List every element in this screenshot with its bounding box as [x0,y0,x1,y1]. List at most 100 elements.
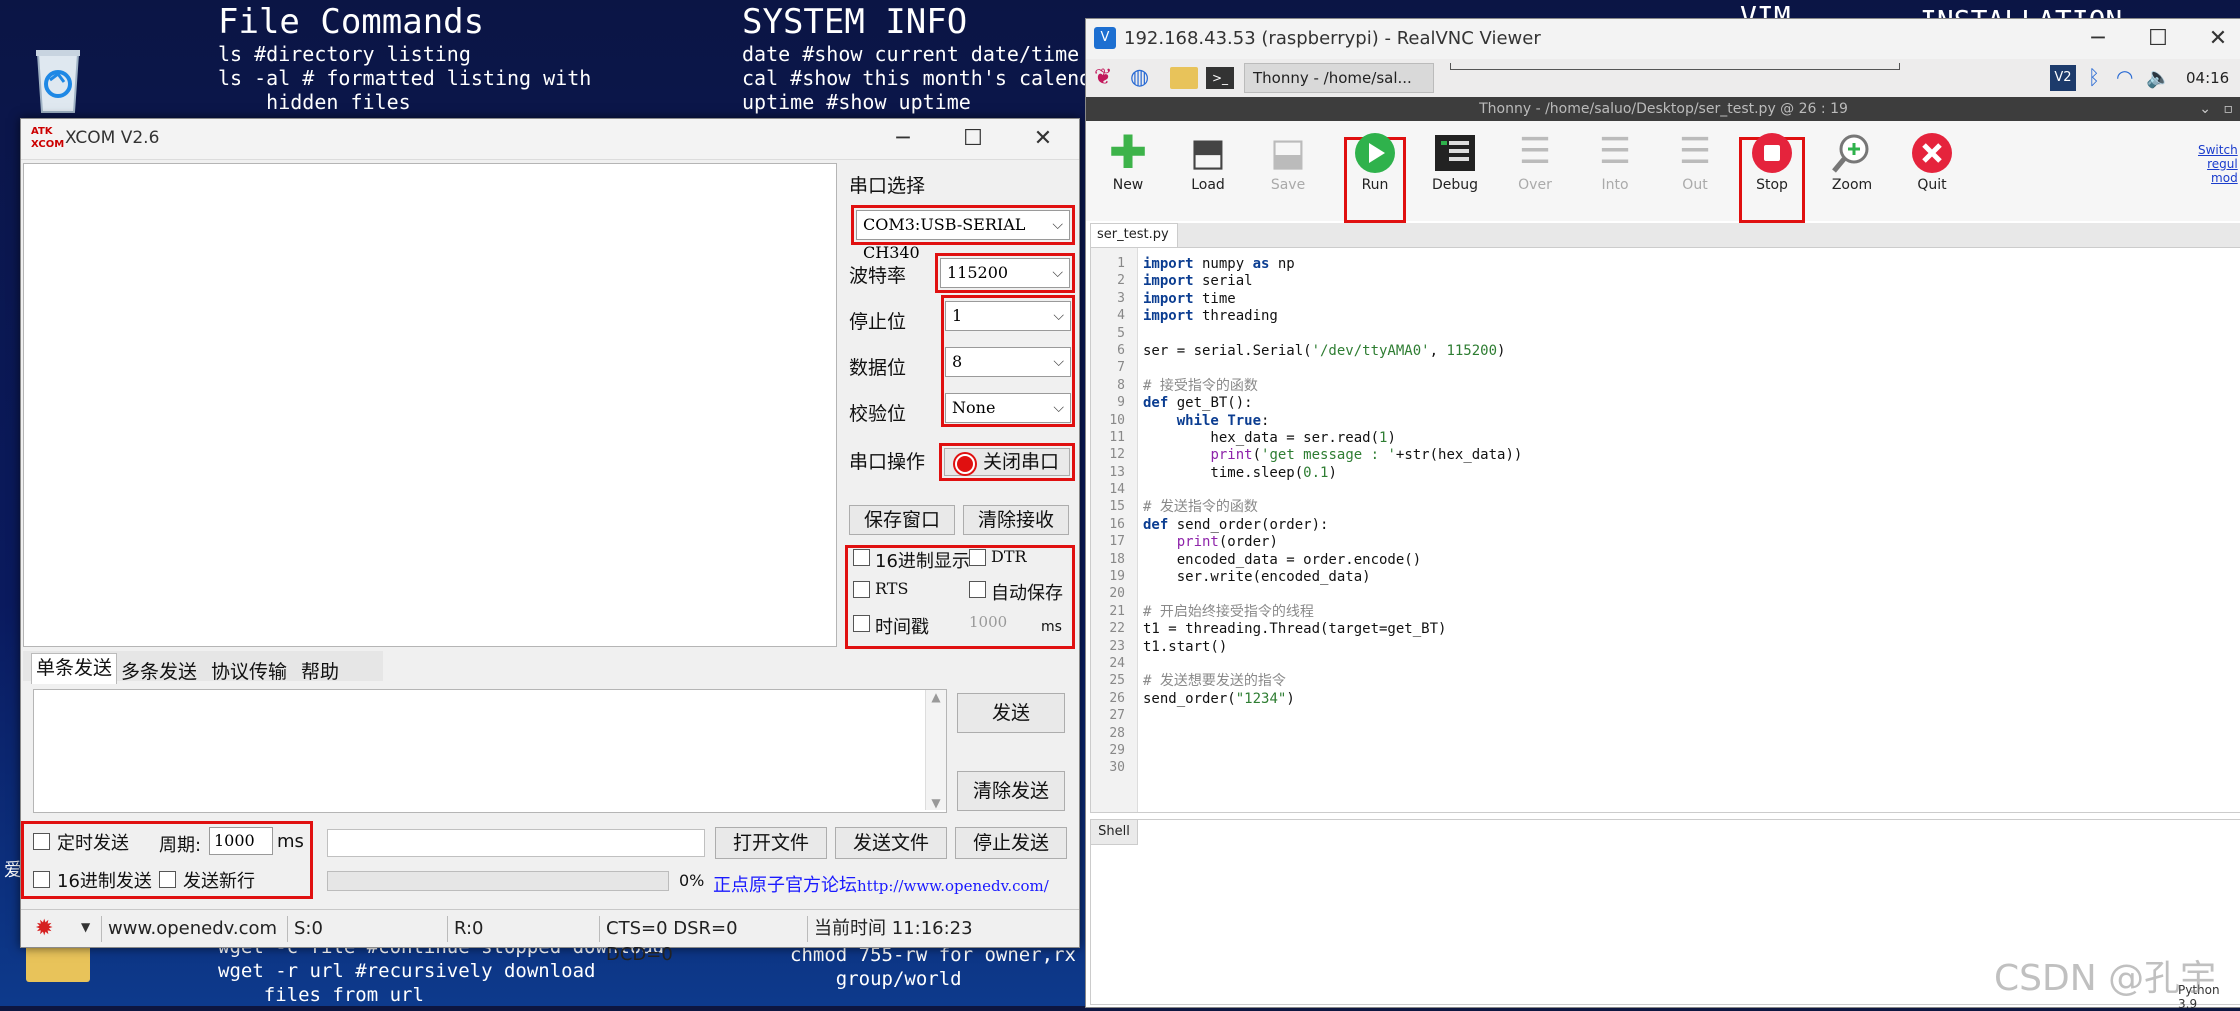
volume-icon[interactable]: 🔈 [2146,65,2171,89]
line-number: 11 [1109,429,1125,445]
zoom-button[interactable]: Zoom [1812,127,1892,193]
period-input[interactable]: 1000 [209,827,273,855]
save-button[interactable]: ⬓ Save [1248,127,1328,193]
code-editor[interactable]: 1 2 3 4 5 6 7 8 9 10 11 12 13 14 15 16 17 18 19 20 21 22 23 24 2… [1090,247,2240,813]
load-button[interactable]: ⬒ Load [1168,127,1248,193]
debug-button[interactable]: Debug [1415,127,1495,193]
browser-icon[interactable]: ◍ [1130,65,1149,90]
hex-send-checkbox[interactable] [33,871,50,888]
taskbar-thonny-item[interactable]: Thonny - /home/sal... [1244,63,1434,93]
minimize-icon[interactable]: ─ [881,119,925,159]
new-label: New [1112,177,1144,193]
desktop-bottom-right-line: group/world [790,968,962,990]
save-window-button[interactable]: 保存窗口 [849,505,955,535]
raspberry-menu-icon[interactable]: ❦ [1094,65,1112,90]
chevron-down-icon[interactable]: ⌄ [2199,97,2211,121]
shell-tab[interactable]: Shell [1091,820,1138,845]
taskbar-thonny-label: Thonny - /home/sal... [1253,69,1412,87]
file-path-input[interactable] [327,829,705,857]
caret-down-icon[interactable]: ▼ [81,920,90,934]
desktop-system-line: date #show current date/time [742,42,1080,66]
timestamp-interval-input[interactable]: 1000 [963,613,1041,637]
vnc-titlebar[interactable]: V 192.168.43.53 (raspberrypi) - RealVNC … [1086,19,2240,60]
step-into-label: Into [1601,177,1629,193]
maximize-icon[interactable]: ▫ [2224,97,2234,121]
port-select-dropdown[interactable]: COM3:USB-SERIAL CH340 ⌵ [856,210,1070,262]
line-number: 7 [1117,360,1125,376]
auto-save-checkbox[interactable] [969,581,986,598]
line-number: 27 [1109,708,1125,724]
switch-mode-link[interactable]: Switch regul mod [2198,143,2238,185]
recycle-bin-icon[interactable] [30,44,86,116]
close-icon[interactable]: ✕ [1021,119,1065,159]
stop-send-button[interactable]: 停止发送 [955,827,1067,859]
clear-receive-button[interactable]: 清除接收 [963,505,1069,535]
forum-link[interactable]: 正点原子官方论坛http://www.openedv.com/ [713,871,1049,897]
step-out-label: Out [1682,177,1708,193]
thonny-titlebar[interactable]: Thonny - /home/saluo/Desktop/ser_test.py… [1086,97,2240,121]
tab-protocol[interactable]: 协议传输 [211,657,287,684]
quit-button[interactable]: Quit [1892,127,1972,193]
auto-save-label: 自动保存 [991,583,1063,604]
hex-display-checkbox[interactable] [853,549,870,566]
receive-area[interactable] [23,163,837,647]
zoom-label: Zoom [1831,177,1873,193]
status-time: 当前时间 11:16:23 [807,916,1054,942]
scroll-down-icon[interactable]: ▼ [926,796,946,810]
send-scrollbar[interactable]: ▲ ▼ [925,690,946,810]
data-bits-dropdown[interactable]: 8 ⌵ [945,347,1071,377]
baud-dropdown[interactable]: 115200 ⌵ [940,258,1070,288]
save-icon: ⬓ [1270,130,1306,174]
close-icon[interactable]: ✕ [2196,19,2240,59]
line-number: 1 [1117,256,1125,271]
step-into-button[interactable]: ☰ Into [1575,127,1655,193]
code-line: ser.write(encoded_data) [1143,569,1371,586]
scroll-up-icon[interactable]: ▲ [926,690,946,704]
switch-mode-text: regul [2207,157,2238,171]
clear-send-button[interactable]: 清除发送 [957,771,1065,811]
minimize-icon[interactable]: ─ [2076,19,2120,59]
rts-checkbox[interactable] [853,581,870,598]
desktop-bottom-line: wget -r url #recursively download [218,960,596,982]
tab-single-send[interactable]: 单条发送 [31,653,117,684]
close-port-button[interactable]: 关闭串口 [944,448,1070,476]
line-number: 24 [1109,655,1125,671]
dtr-checkbox[interactable] [969,549,986,566]
maximize-icon[interactable]: ☐ [2136,19,2180,59]
terminal-icon[interactable]: >_ [1206,67,1234,89]
send-textarea[interactable]: ▲ ▼ [33,689,947,813]
file-manager-icon[interactable] [1170,67,1198,89]
send-newline-label: 发送新行 [183,871,255,892]
open-file-button[interactable]: 打开文件 [715,827,827,859]
code-area[interactable]: import numpy as np import serial import ti… [1143,256,1522,778]
send-newline-checkbox[interactable] [159,871,176,888]
port-select-highlight: COM3:USB-SERIAL CH340 ⌵ [851,205,1075,262]
stop-button[interactable]: Stop [1732,127,1812,193]
line-number: 10 [1109,412,1125,428]
wifi-icon[interactable]: ◠ [2116,65,2133,89]
send-file-button[interactable]: 发送文件 [835,827,947,859]
maximize-icon[interactable]: ☐ [951,119,995,159]
vnc-tray-icon[interactable]: V2 [2050,65,2076,91]
send-button[interactable]: 发送 [957,693,1065,733]
parity-dropdown[interactable]: None ⌵ [945,393,1071,423]
tab-multi-send[interactable]: 多条发送 [121,657,197,684]
xcom-titlebar[interactable]: ATK XCOM XCOM V2.6 ─ ☐ ✕ [21,119,1079,160]
stop-bits-dropdown[interactable]: 1 ⌵ [945,301,1071,331]
close-port-label: 关闭串口 [983,451,1060,473]
bluetooth-icon[interactable]: ᛒ [2088,65,2100,89]
gear-icon[interactable]: ✹ [35,916,53,941]
editor-tab-ser-test[interactable]: ser_test.py ✕ [1090,223,1178,264]
line-number-gutter: 1 2 3 4 5 6 7 8 9 10 11 12 13 14 15 16 17 18 19 20 21 22 23 24 2… [1091,248,1138,812]
vnc-title: 192.168.43.53 (raspberrypi) - RealVNC Vi… [1124,28,1541,49]
new-button[interactable]: ✚ New [1088,127,1168,193]
step-out-button[interactable]: ☰ Out [1655,127,1735,193]
step-over-button[interactable]: ☰ Over [1495,127,1575,193]
tab-help[interactable]: 帮助 [301,657,339,684]
timed-send-checkbox[interactable] [33,833,50,850]
timestamp-checkbox[interactable] [853,615,870,632]
run-button[interactable]: Run [1335,127,1415,193]
